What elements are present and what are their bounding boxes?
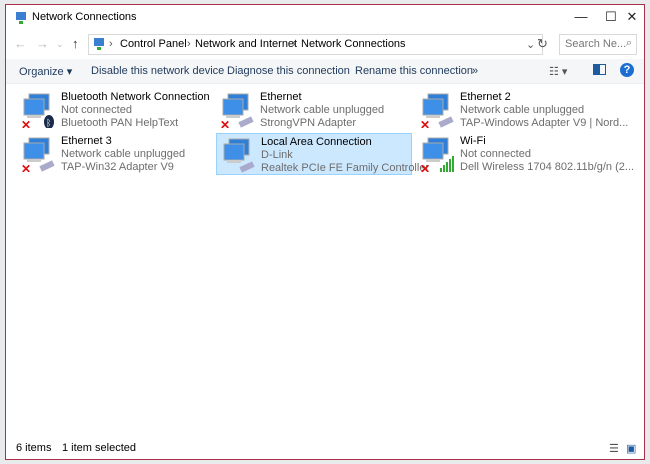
- connection-item[interactable]: ᛒ ✕ Bluetooth Network Connection Not conn…: [17, 89, 213, 131]
- details-view-button[interactable]: ☰: [609, 442, 619, 455]
- explorer-window: Network Connections — ☐ ✕ ← → ⌄ ↑ › Cont…: [5, 4, 645, 460]
- preview-pane-button[interactable]: [593, 64, 606, 75]
- recent-dropdown[interactable]: ⌄: [56, 39, 64, 50]
- connection-name: Ethernet: [260, 91, 302, 103]
- connection-device: TAP-Win32 Adapter V9: [61, 161, 174, 173]
- help-button[interactable]: ?: [620, 63, 634, 77]
- svg-text:✕: ✕: [220, 118, 230, 128]
- connection-status: Not connected: [460, 148, 531, 160]
- title-bar: Network Connections — ☐ ✕: [6, 5, 644, 31]
- connection-device: TAP-Windows Adapter V9 | Nord...: [460, 117, 629, 129]
- network-adapter-icon: ✕: [420, 137, 454, 172]
- network-adapter-icon: ᛒ✕: [21, 93, 54, 128]
- network-adapter-icon: ✕: [21, 137, 55, 172]
- connection-item[interactable]: ✕ Wi-Fi Not connected Dell Wireless 1704…: [416, 133, 634, 175]
- status-bar: 6 items 1 item selected ☰ ▣: [6, 437, 644, 459]
- back-button[interactable]: ←: [14, 36, 27, 51]
- search-placeholder: Search Ne...: [565, 38, 627, 50]
- network-folder-icon: [94, 38, 104, 50]
- tiles-view-button[interactable]: ▣: [626, 442, 636, 455]
- rename-button[interactable]: Rename this connection: [355, 65, 473, 77]
- address-row: ← → ⌄ ↑ › Control Panel › Network and In…: [6, 33, 644, 57]
- connection-status: Not connected: [61, 104, 132, 116]
- svg-text:ᛒ: ᛒ: [46, 118, 51, 128]
- connection-name: Bluetooth Network Connection: [61, 91, 210, 103]
- svg-text:✕: ✕: [21, 162, 31, 172]
- connection-device: StrongVPN Adapter: [260, 117, 357, 129]
- connection-item[interactable]: Local Area Connection D-Link Realtek PCI…: [216, 133, 429, 175]
- connection-status: Network cable unplugged: [460, 104, 585, 116]
- item-count: 6 items: [16, 442, 52, 454]
- svg-text:✕: ✕: [420, 118, 430, 128]
- disable-device-button[interactable]: Disable this network device: [91, 65, 224, 77]
- change-view-button[interactable]: ☷ ▾: [549, 65, 567, 78]
- connection-device: Dell Wireless 1704 802.11b/g/n (2...: [460, 161, 635, 173]
- connection-status: Network cable unplugged: [260, 104, 385, 116]
- up-button[interactable]: ↑: [72, 36, 79, 51]
- svg-text:✕: ✕: [420, 162, 430, 172]
- network-folder-icon: [16, 12, 26, 24]
- organize-button[interactable]: Organize ▾: [19, 65, 72, 78]
- connection-item[interactable]: ✕ Ethernet 2 Network cable unplugged TAP…: [416, 89, 628, 131]
- history-dropdown-icon[interactable]: ⌄: [526, 38, 535, 51]
- connection-status: Network cable unplugged: [61, 148, 186, 160]
- forward-button[interactable]: →: [36, 36, 49, 51]
- diagnose-button[interactable]: Diagnose this connection: [227, 65, 350, 77]
- network-adapter-icon: ✕: [220, 93, 254, 128]
- breadcrumb-network-connections[interactable]: Network Connections: [301, 38, 406, 50]
- window-title: Network Connections: [32, 11, 137, 23]
- connection-name: Ethernet 2: [460, 91, 511, 103]
- refresh-button[interactable]: ↻: [537, 36, 548, 52]
- search-icon: ⌕: [625, 37, 632, 49]
- close-button[interactable]: ✕: [619, 5, 645, 31]
- selection-count: 1 item selected: [62, 442, 136, 454]
- network-adapter-icon: [223, 138, 255, 173]
- search-input[interactable]: Search Ne... ⌕: [559, 34, 637, 55]
- connection-device: Bluetooth PAN HelpText: [61, 117, 179, 129]
- network-adapter-icon: ✕: [420, 93, 454, 128]
- connection-item[interactable]: ✕ Ethernet 3 Network cable unplugged TAP…: [17, 133, 213, 175]
- command-bar: Organize ▾ Disable this network device D…: [6, 59, 644, 84]
- connection-name: Wi-Fi: [460, 135, 486, 147]
- connection-status: D-Link: [261, 149, 293, 161]
- connection-item[interactable]: ✕ Ethernet Network cable unplugged Stron…: [216, 89, 412, 131]
- more-commands-button[interactable]: »: [472, 65, 478, 77]
- connection-name: Local Area Connection: [261, 136, 372, 148]
- connection-device: Realtek PCIe FE Family Controller: [261, 162, 430, 174]
- breadcrumb-control-panel[interactable]: Control Panel: [120, 38, 187, 50]
- svg-text:✕: ✕: [21, 118, 31, 128]
- address-bar[interactable]: › Control Panel › Network and Internet ›…: [88, 34, 543, 55]
- breadcrumb-network-internet[interactable]: Network and Internet: [195, 38, 297, 50]
- connection-name: Ethernet 3: [61, 135, 112, 147]
